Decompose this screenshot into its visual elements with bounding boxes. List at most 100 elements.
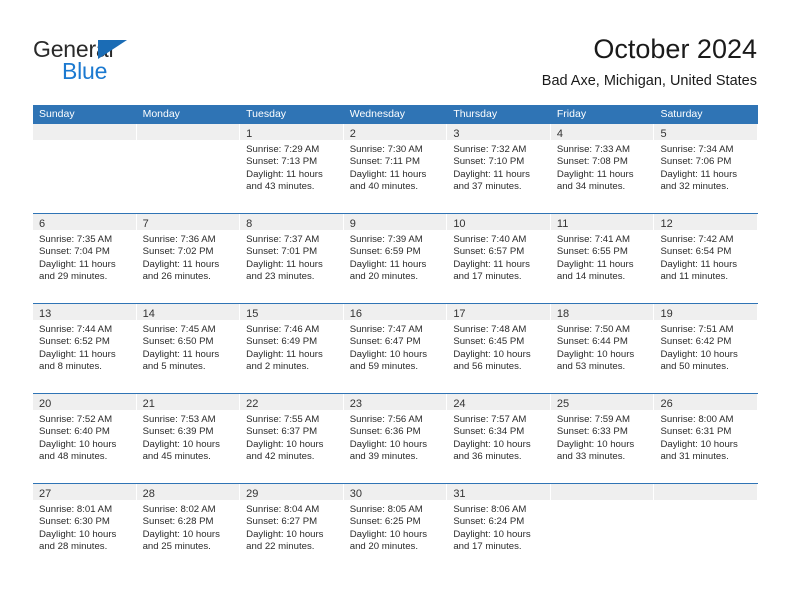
sunrise-text: Sunrise: 7:45 AM [142,324,216,335]
day-cell[interactable]: 29 Sunrise: 8:04 AM Sunset: 6:27 PM Dayligh… [240,484,344,574]
day-details: Sunrise: 7:30 AM Sunset: 7:11 PM Daylight:… [344,140,448,194]
sunset-text: Sunset: 6:24 PM [453,516,525,528]
daylight-text: Daylight: 11 hours and 11 minutes. [660,258,738,283]
day-cell[interactable]: 19 Sunrise: 7:51 AM Sunset: 6:42 PM Dayligh… [654,304,759,393]
day-cell[interactable]: 15 Sunrise: 7:46 AM Sunset: 6:49 PM Dayligh… [240,304,344,393]
daylight-text: Daylight: 11 hours and 37 minutes. [453,168,530,193]
day-number: 28 [142,488,155,500]
day-cell[interactable]: 28 Sunrise: 8:02 AM Sunset: 6:28 PM Dayligh… [136,484,241,574]
day-cell[interactable]: 23 Sunrise: 7:56 AM Sunset: 6:36 PM Dayligh… [343,394,448,483]
day-cell[interactable]: 3 Sunrise: 7:32 AM Sunset: 7:10 PM Daylight… [447,124,551,213]
day-cell[interactable]: 4 Sunrise: 7:33 AM Sunset: 7:08 PM Daylight… [550,124,655,213]
day-number: 2 [349,128,356,140]
day-cell[interactable]: 21 Sunrise: 7:53 AM Sunset: 6:39 PM Dayligh… [136,394,241,483]
day-number-band: 16 [343,304,447,320]
sunset-text: Sunset: 7:06 PM [660,156,732,168]
day-cell[interactable]: 22 Sunrise: 7:55 AM Sunset: 6:37 PM Dayligh… [240,394,344,483]
day-details: Sunrise: 7:57 AM Sunset: 6:34 PM Daylight:… [447,410,551,464]
sunset-text: Sunset: 7:01 PM [246,246,318,258]
day-number: 12 [660,218,673,230]
day-number: 17 [453,308,466,320]
day-cell[interactable]: 7 Sunrise: 7:36 AM Sunset: 7:02 PM Daylight… [136,214,241,303]
sunset-text: Sunset: 7:02 PM [142,246,214,258]
day-number-band: 19 [654,304,758,320]
day-number: 16 [349,308,362,320]
sunrise-text: Sunrise: 8:05 AM [349,504,423,515]
sunset-text: Sunset: 6:25 PM [349,516,421,528]
sunrise-text: Sunrise: 8:06 AM [453,504,527,515]
general-blue-logo[interactable]: General Blue [33,36,253,88]
day-number: 9 [349,218,356,230]
day-details: Sunrise: 7:53 AM Sunset: 6:39 PM Daylight:… [137,410,241,464]
day-number-band: 8 [240,214,343,230]
sunrise-text: Sunrise: 7:33 AM [556,144,630,155]
daylight-text: Daylight: 10 hours and 17 minutes. [453,528,531,553]
sunrise-text: Sunrise: 7:51 AM [660,324,734,335]
day-cell[interactable]: 24 Sunrise: 7:57 AM Sunset: 6:34 PM Dayligh… [447,394,551,483]
calendar-grid: Sunday Monday Tuesday Wednesday Thursday… [33,105,759,574]
location-subtitle: Bad Axe, Michigan, United States [541,73,757,89]
day-number-band: 24 [447,394,550,410]
day-cell[interactable]: 17 Sunrise: 7:48 AM Sunset: 6:45 PM Dayligh… [447,304,551,393]
page-title: October 2024 [593,34,757,64]
day-number-band [654,484,758,500]
day-number-band: 4 [550,124,654,140]
daylight-text: Daylight: 11 hours and 40 minutes. [349,168,427,193]
day-cell[interactable]: 27 Sunrise: 8:01 AM Sunset: 6:30 PM Dayligh… [33,484,137,574]
day-cell[interactable]: 2 Sunrise: 7:30 AM Sunset: 7:11 PM Daylight… [343,124,448,213]
day-details: Sunrise: 7:45 AM Sunset: 6:50 PM Daylight:… [137,320,241,374]
daylight-text: Daylight: 10 hours and 36 minutes. [453,438,531,463]
day-cell[interactable]: 30 Sunrise: 8:05 AM Sunset: 6:25 PM Dayligh… [343,484,448,574]
day-cell[interactable]: 31 Sunrise: 8:06 AM Sunset: 6:24 PM Dayligh… [447,484,551,574]
logo-triangle-icon [98,40,127,59]
day-cell[interactable]: 13 Sunrise: 7:44 AM Sunset: 6:52 PM Dayligh… [33,304,137,393]
day-number-band: 27 [33,484,136,500]
day-number: 13 [39,308,52,320]
day-number-band: 7 [136,214,240,230]
day-number-band: 3 [447,124,550,140]
day-number-band: 11 [550,214,654,230]
day-cell[interactable]: 10 Sunrise: 7:40 AM Sunset: 6:57 PM Dayligh… [447,214,551,303]
day-number: 3 [453,128,460,140]
day-cell[interactable]: 16 Sunrise: 7:47 AM Sunset: 6:47 PM Dayligh… [343,304,448,393]
day-cell[interactable]: 26 Sunrise: 8:00 AM Sunset: 6:31 PM Dayligh… [654,394,759,483]
day-number: 7 [142,218,149,230]
weekday-header-friday: Friday [556,108,587,120]
sunset-text: Sunset: 6:59 PM [349,246,421,258]
sunset-text: Sunset: 6:52 PM [39,336,110,348]
day-number-band: 20 [33,394,136,410]
daylight-text: Daylight: 10 hours and 50 minutes. [660,348,738,373]
day-cell[interactable]: 20 Sunrise: 7:52 AM Sunset: 6:40 PM Dayligh… [33,394,137,483]
day-number-band: 28 [136,484,240,500]
sunset-text: Sunset: 7:13 PM [246,156,318,168]
day-number: 30 [349,488,362,500]
sunset-text: Sunset: 6:28 PM [142,516,214,528]
day-cell[interactable]: 8 Sunrise: 7:37 AM Sunset: 7:01 PM Daylight… [240,214,344,303]
day-cell[interactable]: 11 Sunrise: 7:41 AM Sunset: 6:55 PM Dayligh… [550,214,655,303]
day-details: Sunrise: 7:39 AM Sunset: 6:59 PM Daylight:… [344,230,448,284]
day-number-band: 31 [447,484,550,500]
day-details: Sunrise: 7:51 AM Sunset: 6:42 PM Daylight:… [654,320,758,374]
day-cell[interactable]: 18 Sunrise: 7:50 AM Sunset: 6:44 PM Dayligh… [550,304,655,393]
day-cell[interactable]: 25 Sunrise: 7:59 AM Sunset: 6:33 PM Dayligh… [550,394,655,483]
sunset-text: Sunset: 7:08 PM [556,156,628,168]
daylight-text: Daylight: 10 hours and 42 minutes. [246,438,324,463]
sunrise-text: Sunrise: 7:52 AM [39,414,113,425]
day-cell[interactable]: 5 Sunrise: 7:34 AM Sunset: 7:06 PM Daylight… [654,124,759,213]
day-number-band [550,484,654,500]
day-cell[interactable]: 6 Sunrise: 7:35 AM Sunset: 7:04 PM Daylight… [33,214,137,303]
day-cell[interactable]: 12 Sunrise: 7:42 AM Sunset: 6:54 PM Dayligh… [654,214,759,303]
day-cell[interactable]: 9 Sunrise: 7:39 AM Sunset: 6:59 PM Daylight… [343,214,448,303]
day-details: Sunrise: 8:04 AM Sunset: 6:27 PM Daylight:… [240,500,344,554]
sunset-text: Sunset: 6:55 PM [556,246,628,258]
day-number-band: 25 [550,394,654,410]
day-cell[interactable]: 14 Sunrise: 7:45 AM Sunset: 6:50 PM Dayligh… [136,304,241,393]
sunset-text: Sunset: 7:10 PM [453,156,525,168]
day-details: Sunrise: 7:34 AM Sunset: 7:06 PM Daylight:… [654,140,758,194]
weekday-header-monday: Monday [142,108,180,120]
daylight-text: Daylight: 11 hours and 29 minutes. [39,258,116,283]
day-cell[interactable]: 1 Sunrise: 7:29 AM Sunset: 7:13 PM Daylight… [240,124,344,213]
sunrise-text: Sunrise: 7:35 AM [39,234,113,245]
daylight-text: Daylight: 10 hours and 59 minutes. [349,348,428,373]
weekday-header-tuesday: Tuesday [246,108,287,120]
